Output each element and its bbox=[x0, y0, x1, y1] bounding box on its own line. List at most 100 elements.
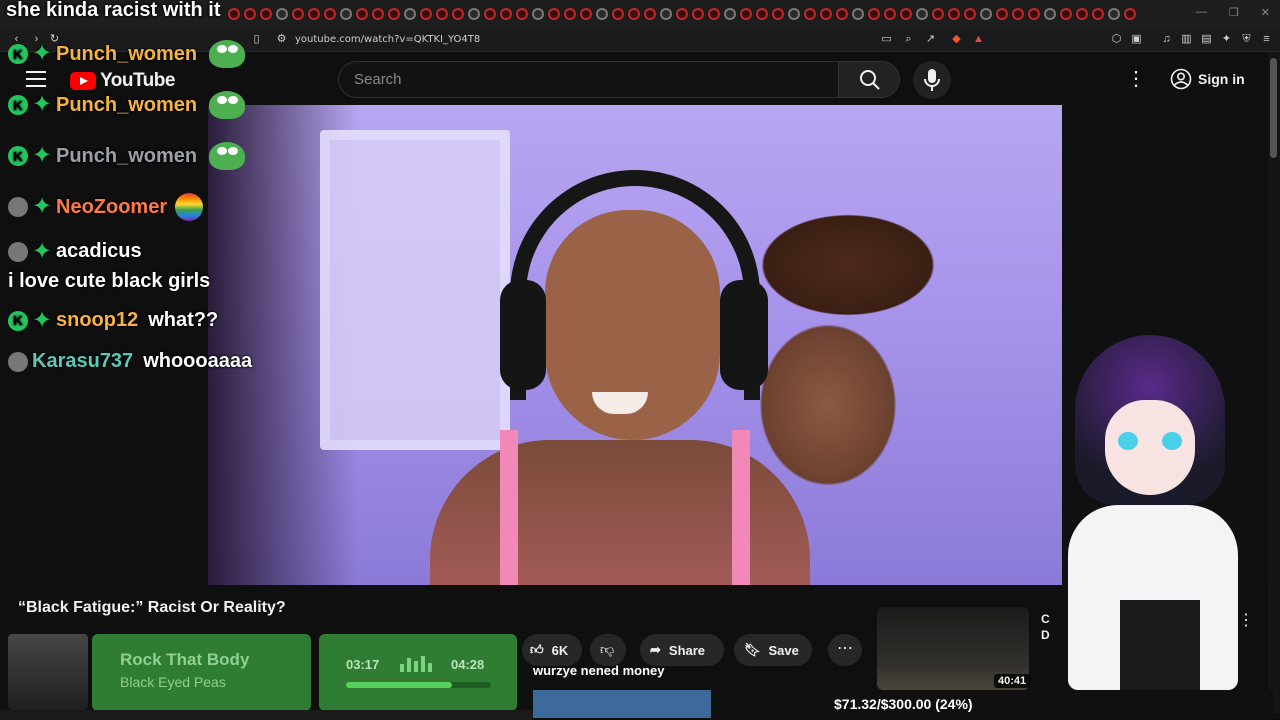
browser-tab[interactable] bbox=[564, 8, 576, 20]
share-page-icon[interactable]: ↗ bbox=[924, 33, 937, 46]
screenshot-icon[interactable]: ▣ bbox=[1130, 33, 1143, 46]
browser-tab[interactable] bbox=[948, 8, 960, 20]
dislike-button[interactable]: 👎︎ bbox=[590, 634, 626, 666]
search-input[interactable]: Search bbox=[338, 61, 838, 98]
browser-tab[interactable] bbox=[1076, 8, 1088, 20]
browser-tab[interactable] bbox=[788, 8, 800, 20]
browser-tab[interactable] bbox=[932, 8, 944, 20]
window-controls[interactable]: — ❐ ✕ bbox=[1196, 6, 1270, 19]
browser-tab[interactable] bbox=[516, 8, 528, 20]
pepe-emote-icon bbox=[209, 91, 246, 119]
browser-tab[interactable] bbox=[708, 8, 720, 20]
related-video-menu-icon[interactable]: ⋮ bbox=[1238, 610, 1254, 630]
browser-tab[interactable] bbox=[724, 8, 736, 20]
browser-tab[interactable] bbox=[532, 8, 544, 20]
chat-username: Punch_women bbox=[56, 93, 198, 116]
browser-tab[interactable] bbox=[1060, 8, 1072, 20]
sidebar-icon[interactable]: ▥ bbox=[1180, 33, 1193, 46]
browser-tab[interactable] bbox=[1124, 8, 1136, 20]
cast-icon[interactable]: ▭ bbox=[880, 33, 893, 46]
browser-tab[interactable] bbox=[356, 8, 368, 20]
browser-tab[interactable] bbox=[500, 8, 512, 20]
browser-tab[interactable] bbox=[740, 8, 752, 20]
search-button[interactable] bbox=[838, 61, 900, 98]
browser-tab[interactable] bbox=[452, 8, 464, 20]
browser-tab[interactable] bbox=[996, 8, 1008, 20]
browser-tab[interactable] bbox=[244, 8, 256, 20]
browser-tabs[interactable] bbox=[228, 8, 1148, 20]
browser-tab[interactable] bbox=[276, 8, 288, 20]
vpn-icon[interactable]: ⛨ bbox=[1240, 33, 1253, 46]
brave-shield-icon[interactable]: ◆ bbox=[950, 33, 963, 46]
browser-tab[interactable] bbox=[324, 8, 336, 20]
minimize-icon[interactable]: — bbox=[1196, 6, 1207, 19]
menu-icon[interactable]: ≡ bbox=[1260, 33, 1273, 46]
chat-username: snoop12 bbox=[56, 309, 139, 331]
browser-tab[interactable] bbox=[884, 8, 896, 20]
browser-tab[interactable] bbox=[1044, 8, 1056, 20]
youtube-logo[interactable]: YouTube bbox=[70, 70, 175, 92]
share-button[interactable]: ➦ Share bbox=[640, 634, 724, 666]
assistant-icon[interactable]: ✦ bbox=[1220, 33, 1233, 46]
browser-tab[interactable] bbox=[388, 8, 400, 20]
browser-tab[interactable] bbox=[580, 8, 592, 20]
url-field[interactable]: youtube.com/watch?v=QKTKI_YO4T8 bbox=[295, 34, 480, 45]
scrollbar-thumb[interactable] bbox=[1270, 58, 1277, 158]
pepe-emote-icon bbox=[209, 40, 246, 68]
browser-tab[interactable] bbox=[820, 8, 832, 20]
browser-tab[interactable] bbox=[804, 8, 816, 20]
more-actions-button[interactable]: ⋯ bbox=[828, 634, 862, 666]
bookmark-icon[interactable]: ▯ bbox=[250, 33, 263, 46]
browser-tab[interactable] bbox=[340, 8, 352, 20]
browser-tab[interactable] bbox=[868, 8, 880, 20]
browser-tab[interactable] bbox=[692, 8, 704, 20]
browser-tab[interactable] bbox=[964, 8, 976, 20]
video-title: “Black Fatigue:” Racist Or Reality? bbox=[18, 599, 286, 616]
browser-tab[interactable] bbox=[756, 8, 768, 20]
browser-tab[interactable] bbox=[596, 8, 608, 20]
browser-tab[interactable] bbox=[772, 8, 784, 20]
browser-tab[interactable] bbox=[916, 8, 928, 20]
browser-tab[interactable] bbox=[1028, 8, 1040, 20]
browser-tab[interactable] bbox=[676, 8, 688, 20]
browser-tab[interactable] bbox=[420, 8, 432, 20]
browser-tab[interactable] bbox=[660, 8, 672, 20]
browser-tab[interactable] bbox=[900, 8, 912, 20]
settings-more-icon[interactable]: ⋮ bbox=[1126, 68, 1146, 90]
guide-menu-icon[interactable] bbox=[26, 71, 46, 87]
browser-tab[interactable] bbox=[404, 8, 416, 20]
sign-in-button[interactable]: Sign in bbox=[1166, 62, 1256, 96]
related-video-title[interactable]: C D bbox=[1041, 611, 1050, 643]
rewards-icon[interactable]: ▲ bbox=[972, 33, 985, 46]
browser-tab[interactable] bbox=[628, 8, 640, 20]
browser-tab[interactable] bbox=[308, 8, 320, 20]
browser-tab[interactable] bbox=[980, 8, 992, 20]
site-settings-icon[interactable]: ⚙ bbox=[275, 33, 288, 46]
browser-tab[interactable] bbox=[260, 8, 272, 20]
browser-tab[interactable] bbox=[836, 8, 848, 20]
music-icon[interactable]: ♫ bbox=[1160, 33, 1173, 46]
zoom-icon[interactable]: ⌕ bbox=[902, 33, 915, 46]
vtuber-avatar-corset bbox=[1120, 600, 1200, 690]
browser-tab[interactable] bbox=[372, 8, 384, 20]
browser-tab[interactable] bbox=[484, 8, 496, 20]
browser-tab[interactable] bbox=[228, 8, 240, 20]
browser-tab[interactable] bbox=[468, 8, 480, 20]
maximize-icon[interactable]: ❐ bbox=[1229, 6, 1239, 19]
chat-username: acadicus bbox=[56, 240, 142, 262]
save-button[interactable]: 🔖︎ Save bbox=[734, 634, 812, 666]
wallet-icon[interactable]: ▤ bbox=[1200, 33, 1213, 46]
browser-tab[interactable] bbox=[852, 8, 864, 20]
voice-search-button[interactable] bbox=[913, 61, 951, 99]
browser-tab[interactable] bbox=[1108, 8, 1120, 20]
browser-tab[interactable] bbox=[436, 8, 448, 20]
browser-tab[interactable] bbox=[548, 8, 560, 20]
browser-tab[interactable] bbox=[612, 8, 624, 20]
extension-icon[interactable]: ⬡ bbox=[1110, 33, 1123, 46]
close-icon[interactable]: ✕ bbox=[1261, 6, 1270, 19]
like-button[interactable]: 👍︎ 6K bbox=[522, 634, 582, 666]
browser-tab[interactable] bbox=[644, 8, 656, 20]
browser-tab[interactable] bbox=[1012, 8, 1024, 20]
browser-tab[interactable] bbox=[1092, 8, 1104, 20]
browser-tab[interactable] bbox=[292, 8, 304, 20]
